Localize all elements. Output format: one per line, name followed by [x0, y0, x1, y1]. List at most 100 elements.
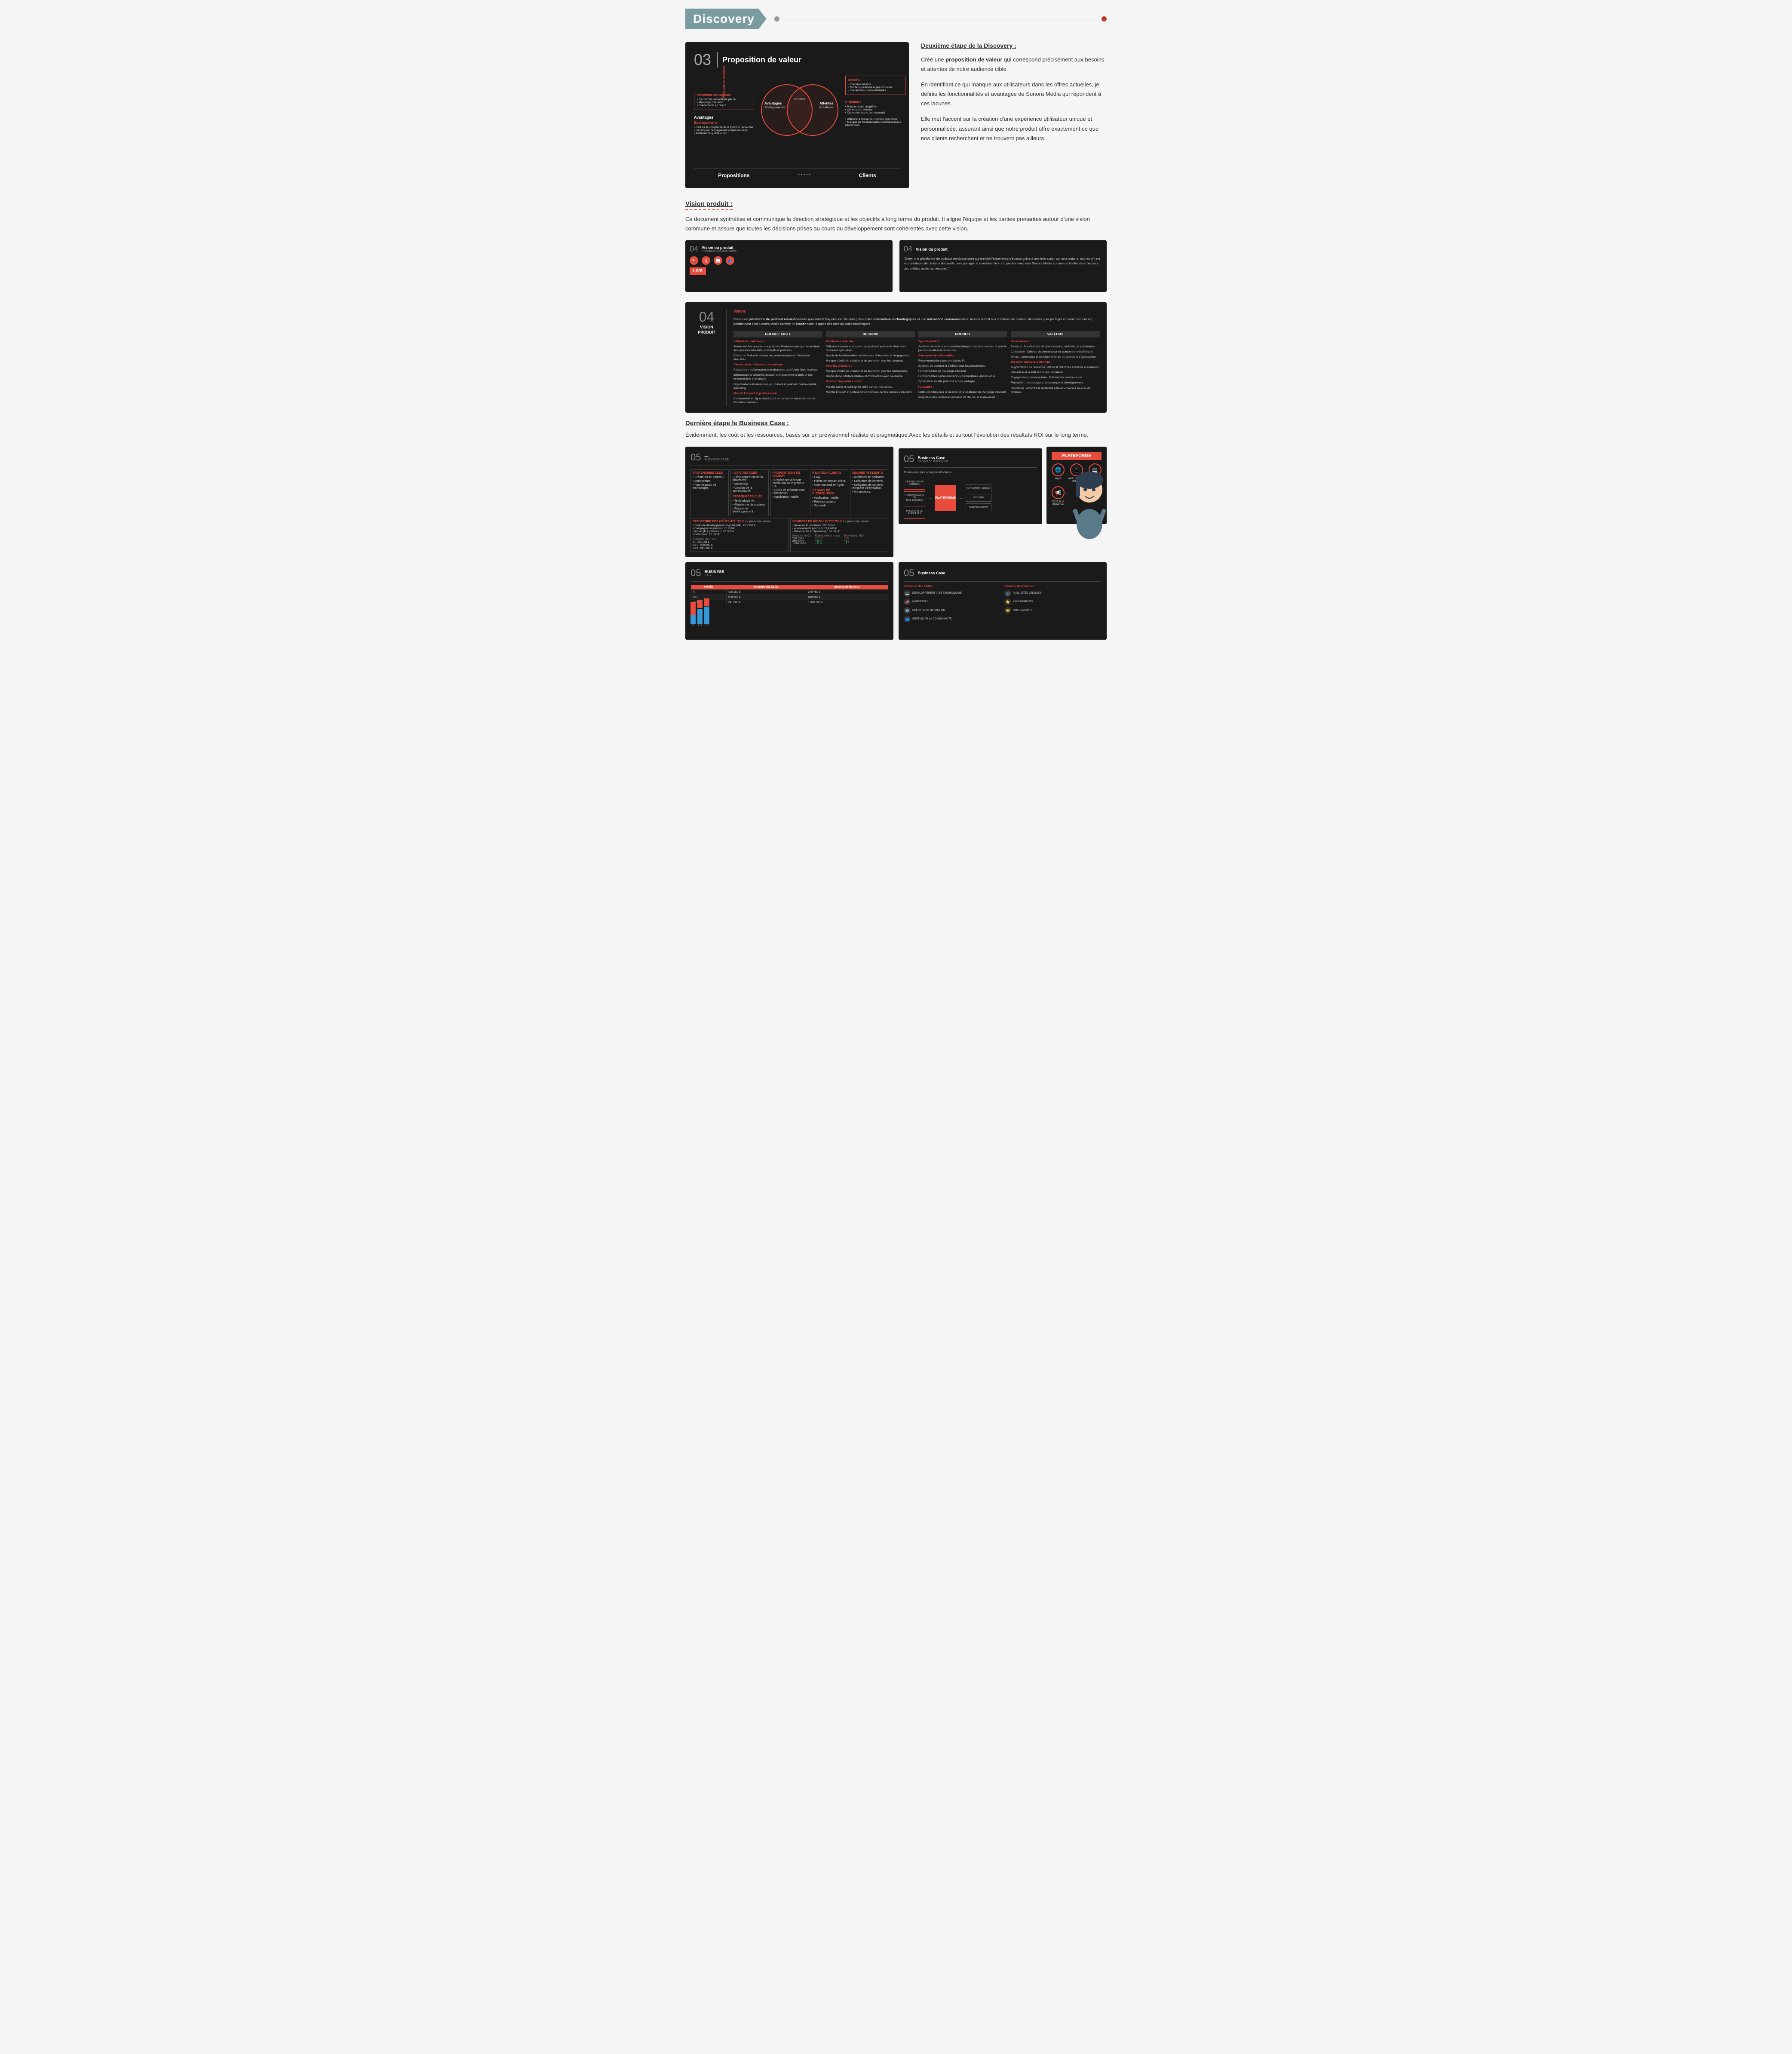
dots-separator: • • • • • — [798, 172, 810, 178]
vs-p-2: Système d'écoute communautaire intégrant… — [918, 345, 1007, 353]
financial-num: 05 — [690, 567, 701, 579]
besoin-1: Interface intuitive — [848, 83, 902, 86]
bmc-partenaires: PARTENAIRES CLÉS Créateurs de contenu. A… — [690, 469, 729, 516]
bmc-segments: SEGMENTS CLIENTS Auditeurs de podcasts. … — [850, 469, 888, 516]
quality-structure-label: Structure des Coûts — [904, 585, 1001, 588]
vs-p-7: Fonctionnalités communautaires (commenta… — [918, 374, 1007, 378]
financial-subtitle: CASE — [704, 574, 724, 577]
bar-chart: N N+1 N+2 — [690, 610, 888, 627]
right-text-col: Deuxième étape de la Discovery : Créé un… — [921, 42, 1107, 149]
bmc-rel-3: Communauté en ligne. — [812, 484, 846, 487]
web-icon: 🌐 — [1052, 463, 1065, 476]
quality-rev-3: 🤝 PARTENARIATS — [1004, 607, 1102, 614]
rev-ca-block: Évolution du CA: 270 700 € 880 000 € 1 0… — [792, 535, 812, 545]
mini-slide-1-num: 04 — [690, 245, 698, 254]
vp-footer: Propositions • • • • • Clients — [694, 169, 900, 178]
bmc-act-2: Marketing. — [733, 483, 767, 486]
financial-title: BUSINESS — [704, 570, 724, 574]
circle-right — [787, 84, 838, 136]
bmc-res-title: RESSOURCES CLÉS — [733, 495, 767, 498]
vision-text: Ce document synthétise et communique la … — [685, 215, 1107, 233]
advantages-section: Avantages Soulagements Réduire la comple… — [694, 115, 754, 135]
bmc-slide: 05 — BUSINESS CASE PARTENAIRES CLÉS Créa… — [685, 447, 893, 557]
rev-2: • Abonnements premium: 214.400 € — [792, 527, 886, 530]
quality-rev-items: 📺 PUBLICITÉS VENDUES ⭐ ABONNEMENTS 🤝 PAR… — [1004, 590, 1102, 614]
row-3-cout: 241 000 € — [726, 600, 806, 605]
attente-2: Manque de fonctionnalités communautaires… — [845, 121, 905, 127]
cout-evo-1: N : 325.104 € — [693, 541, 786, 544]
cout-evo-3: N+2 : 241.000 € — [693, 547, 786, 550]
rev-marge-block: Évolution de la marge: -375 % +30 % +52 … — [815, 535, 841, 545]
vs-v-5: Objectifs business à atteindre : — [1011, 360, 1100, 364]
th-structure: Structure des Coûts — [726, 585, 806, 590]
vs-vision-text: Créer une plateforme de podcast révoluti… — [733, 317, 1100, 327]
vs-col-produit: PRODUIT Type de produit : Système d'écou… — [918, 331, 1007, 406]
bmc-rel-2: Points de contact client. — [812, 480, 846, 483]
platform-center-box: PLATEFORME — [935, 485, 956, 511]
rev-ca-n2: 1 080 000 € — [792, 543, 812, 545]
bmc-res-3: Équipe de développement. — [733, 507, 767, 513]
rev-item-3: PARTENARIATS — [1013, 609, 1032, 612]
vs-v-4: Temps : Automatise et améliore le temps … — [1011, 355, 1100, 359]
bmc-num: 05 — [690, 452, 701, 463]
clients-footer-label: Clients — [859, 172, 876, 178]
soulagement-2: Développer l'engagement communautaire — [694, 129, 754, 132]
channels-title: Business Case — [917, 456, 948, 460]
vs-b-9: Marché jeune et technophile attiré par l… — [826, 385, 915, 389]
page-wrapper: Discovery 03 Proposition de valeur Produ… — [672, 0, 1120, 667]
bar-cost-n — [690, 602, 696, 615]
quality-title-block: Business Case — [917, 571, 945, 575]
vs-p-3: Principales fonctionnalités : — [918, 354, 1007, 358]
mini-slide-2-header: 04 Vision du produit — [904, 245, 1102, 254]
vs-gc-4: Clients ciblés - Créateurs de contenu: — [733, 363, 822, 367]
bmc-rel-title: RELATION CLIENTS — [812, 472, 846, 475]
channels-diagram: CRÉATEURS DE CONTENU FOURNISSEURS DE TEC… — [904, 477, 1037, 519]
bmc-header: 05 — BUSINESS CASE — [690, 452, 888, 466]
vs-gc-5: Podcasteurs indépendants cherchant une p… — [733, 368, 822, 372]
bmc-part-3: Fournisseurs de technologie. — [693, 484, 727, 490]
vs-vision-header: Vision: — [733, 309, 1100, 313]
vs-v-10: Rentabilité : Atteindre la rentabilité à… — [1011, 386, 1100, 394]
vs-col-valeurs: VALEURS Gains métiers : Revenus : Monéti… — [1011, 331, 1100, 406]
bmc-canaux-sep: CANAUX DE DISTRIBUTION Application mobil… — [812, 489, 846, 507]
besoins-center: Besoins — [789, 98, 810, 101]
vs-p-9: Faisabilité : — [918, 385, 1007, 389]
table-row: N 425 150 € 270 750 € — [691, 590, 888, 595]
irritations-section: Irritations Prise en main simplifiée Con… — [845, 100, 905, 127]
vs-p-4: Recommandations personnalisées IA. — [918, 359, 1007, 363]
vs-p-11: Intégration des tendances actuelles de l… — [918, 395, 1007, 399]
row-1-annee: N — [691, 590, 727, 595]
bottom-slides-grid: 05 — BUSINESS CASE PARTENAIRES CLÉS Créa… — [685, 447, 1107, 557]
channels-slide: 05 Business Case Canaux de distribution … — [899, 448, 1042, 524]
vs-gc-2: Jeunes Adultes adeptes aux podcasts Prof… — [733, 345, 822, 353]
value-prop-slide: 03 Proposition de valeur Produits et ser… — [685, 42, 909, 188]
row-1-rev: 270 750 € — [806, 590, 888, 595]
bmc-activites: ACTIVITÉS CLÉS Développement de la plate… — [730, 469, 769, 516]
table-row: N+2 241 000 € 1 080 000 € — [691, 600, 888, 605]
social-label: RÉSEAUX SOCIAUX — [1052, 500, 1065, 506]
header-dot-left — [774, 16, 779, 21]
row-2-rev: 880 000 € — [806, 595, 888, 600]
bar-rev-n1 — [697, 609, 703, 624]
bmc-act-1: Développement de la plateforme. — [733, 476, 767, 482]
vs-four-cols: GROUPE CIBLE Utilisateurs - Auditeurs : … — [733, 331, 1100, 406]
pd-left-col: Produits et services Plateforme de podca… — [694, 76, 754, 162]
cost-label-4: GESTION DE LA COMMUNAUTÉ — [912, 618, 951, 620]
bmc-can-1: Application mobile. — [812, 497, 846, 500]
quality-cost-items: 💻 DÉVELOPPEMENT IA ET TECHNOLOGIE 📣 MARK… — [904, 590, 1001, 622]
slide-divider — [717, 52, 718, 67]
mini-slide-2-content: "Créer une plateforme de podcast révolut… — [904, 256, 1102, 271]
quality-title: Business Case — [917, 571, 945, 575]
cout-evolution-label: Évolution sur 3 ans: — [693, 538, 786, 541]
vs-b-3: Besoin de fonctionnalités sociales pour … — [826, 354, 915, 358]
circles-overlap: AvantagesSoulagements AttentesIrritation… — [761, 80, 838, 157]
row-1-cout: 425 150 € — [726, 590, 806, 595]
vs-p-1: Type de produit : — [918, 340, 1007, 343]
icon-people: 👥 — [726, 256, 734, 265]
soulagements-label: Soulagements — [694, 121, 754, 125]
bmc-seg-4: Annonceurs. — [852, 491, 886, 494]
arrow-right: → — [928, 496, 932, 500]
proposition-diagram: Produits et services Plateforme de podca… — [694, 76, 900, 162]
mini-slide-2-title-block: Vision du produit — [916, 247, 948, 251]
cost-icon-3: ⚙️ — [904, 607, 911, 614]
